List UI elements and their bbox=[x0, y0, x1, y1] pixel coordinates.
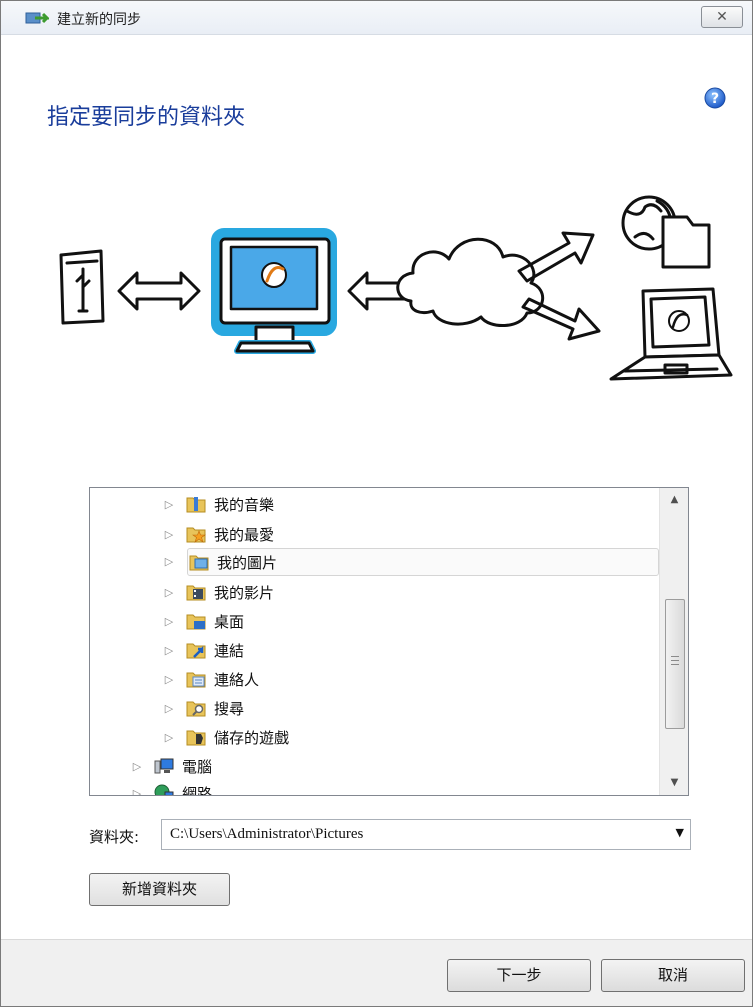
pictures-folder-icon bbox=[189, 555, 209, 571]
searches-folder-icon bbox=[186, 701, 206, 717]
button-bar: 下一步 取消 bbox=[1, 939, 752, 1006]
expand-arrow-icon[interactable]: ▷ bbox=[160, 644, 178, 657]
tree-item-saved-games[interactable]: ▷ 儲存的遊戲 bbox=[160, 723, 660, 751]
folder-path-combobox[interactable]: C:\Users\Administrator\Pictures ▼ bbox=[161, 819, 691, 850]
expand-arrow-icon[interactable]: ▷ bbox=[128, 760, 146, 773]
folder-label: 資料夾: bbox=[89, 828, 140, 846]
expand-arrow-icon[interactable]: ▷ bbox=[160, 548, 178, 576]
tree-item-desktop[interactable]: ▷ 桌面 bbox=[160, 607, 660, 635]
folder-tree[interactable]: ▷ 我的音樂 ▷ 我的最愛 我的圖片 ▷ ▷ 我的影片 ▷ 桌面 ▷ 連結 ▷ … bbox=[89, 487, 689, 796]
title-bar: 建立新的同步 ✕ bbox=[1, 1, 752, 35]
tree-item-contacts[interactable]: ▷ 連絡人 bbox=[160, 665, 660, 693]
tree-item-label: 連結 bbox=[214, 641, 245, 660]
sync-illustration bbox=[59, 195, 733, 381]
scroll-up-arrow-icon[interactable]: ▲ bbox=[660, 488, 688, 512]
music-folder-icon bbox=[186, 497, 206, 513]
tree-item-music[interactable]: ▷ 我的音樂 bbox=[160, 490, 660, 518]
contacts-folder-icon bbox=[186, 672, 206, 688]
tree-item-network[interactable]: ▷ 網路 bbox=[128, 779, 648, 796]
close-button[interactable]: ✕ bbox=[701, 6, 743, 28]
links-folder-icon bbox=[186, 643, 206, 659]
expand-arrow-icon[interactable]: ▷ bbox=[128, 787, 146, 796]
expand-arrow-icon[interactable]: ▷ bbox=[160, 528, 178, 541]
help-icon[interactable]: ? bbox=[704, 87, 726, 109]
tree-item-label: 儲存的遊戲 bbox=[214, 728, 290, 747]
new-folder-button[interactable]: 新增資料夾 bbox=[89, 873, 230, 906]
grip-icon bbox=[671, 656, 679, 668]
cloud-icon bbox=[396, 237, 544, 327]
saved-games-folder-icon bbox=[186, 730, 206, 746]
svg-text:?: ? bbox=[711, 91, 719, 107]
expand-arrow-icon[interactable]: ▷ bbox=[160, 702, 178, 715]
tree-item-label: 網路 bbox=[182, 784, 213, 796]
window-title: 建立新的同步 bbox=[57, 12, 141, 28]
tree-item-label: 我的音樂 bbox=[214, 495, 275, 514]
desktop-folder-icon bbox=[186, 614, 206, 630]
sync-wizard-window: 建立新的同步 ✕ ? 指定要同步的資料夾 ▷ 我的音樂 ▷ 我的最愛 我的圖片 … bbox=[0, 0, 753, 1007]
tree-item-pictures[interactable]: 我的圖片 bbox=[187, 548, 659, 576]
expand-arrow-icon[interactable]: ▷ bbox=[160, 731, 178, 744]
expand-arrow-icon[interactable]: ▷ bbox=[160, 615, 178, 628]
videos-folder-icon bbox=[186, 585, 206, 601]
tree-item-label: 我的圖片 bbox=[217, 553, 278, 572]
tree-item-label: 電腦 bbox=[182, 757, 213, 776]
tree-item-label: 搜尋 bbox=[214, 699, 245, 718]
double-arrow-icon bbox=[117, 271, 201, 311]
laptop-icon bbox=[609, 287, 733, 381]
folder-path-value: C:\Users\Administrator\Pictures bbox=[170, 826, 364, 842]
cancel-button[interactable]: 取消 bbox=[601, 959, 745, 992]
next-button[interactable]: 下一步 bbox=[447, 959, 591, 992]
tree-item-label: 我的最愛 bbox=[214, 525, 275, 544]
expand-arrow-icon[interactable]: ▷ bbox=[160, 586, 178, 599]
computer-monitor-icon bbox=[211, 228, 337, 354]
tree-scrollbar[interactable]: ▲ ▼ bbox=[659, 488, 688, 795]
tree-item-favorites[interactable]: ▷ 我的最愛 bbox=[160, 520, 660, 548]
tree-item-label: 連絡人 bbox=[214, 670, 260, 689]
tree-item-searches[interactable]: ▷ 搜尋 bbox=[160, 694, 660, 722]
network-icon bbox=[154, 784, 174, 795]
tree-item-label: 桌面 bbox=[214, 612, 245, 631]
dropdown-arrow-icon[interactable]: ▼ bbox=[676, 826, 684, 839]
computer-icon bbox=[154, 758, 174, 774]
expand-arrow-icon[interactable]: ▷ bbox=[160, 498, 178, 511]
tree-item-computer[interactable]: ▷ 電腦 bbox=[128, 752, 648, 780]
tree-item-label: 我的影片 bbox=[214, 583, 275, 602]
scroll-thumb[interactable] bbox=[665, 599, 685, 729]
globe-folder-icon bbox=[621, 195, 711, 269]
scroll-down-arrow-icon[interactable]: ▼ bbox=[660, 771, 688, 795]
favorites-folder-icon bbox=[186, 527, 206, 543]
page-heading: 指定要同步的資料夾 bbox=[47, 105, 246, 130]
tree-item-links[interactable]: ▷ 連結 bbox=[160, 636, 660, 664]
expand-arrow-icon[interactable]: ▷ bbox=[160, 673, 178, 686]
usb-drive-icon bbox=[59, 249, 105, 325]
sync-app-icon bbox=[25, 12, 49, 24]
tree-item-videos[interactable]: ▷ 我的影片 bbox=[160, 578, 660, 606]
